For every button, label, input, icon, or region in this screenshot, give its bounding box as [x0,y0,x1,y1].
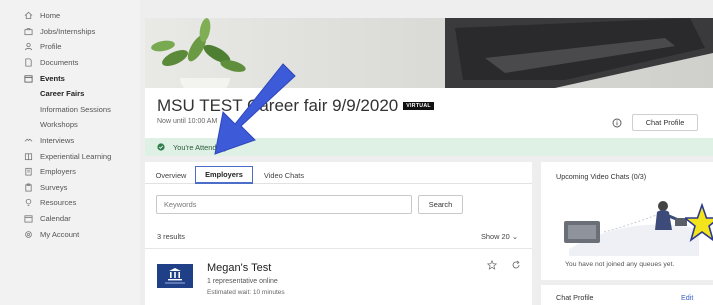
sidebar-item-profile[interactable]: Profile [0,39,140,55]
sidebar-item-label: Experiential Learning [40,151,112,161]
attending-status-bar: You're Attending [145,138,713,156]
sidebar-item-career-fairs[interactable]: Career Fairs [0,86,140,102]
lightbulb-icon [24,198,33,207]
sidebar-item-label: Surveys [40,182,68,192]
document-icon [24,58,33,67]
sidebar-item-label: Employers [40,167,76,177]
divider [145,248,532,249]
sidebar-item-label: Interviews [40,136,75,146]
refresh-icon[interactable] [511,260,521,270]
event-title-text: MSU TEST Career fair 9/9/2020 [157,96,399,115]
employers-panel: Overview Employers Video Chats Search 3 … [145,162,532,305]
sidebar-item-label: Resources [40,198,77,208]
sidebar-item-jobs[interactable]: Jobs/Internships [0,24,140,40]
sidebar-item-my-account[interactable]: My Account [0,226,140,242]
star-favorite-icon[interactable] [487,260,497,270]
sidebar-item-interviews[interactable]: Interviews [0,133,140,149]
sidebar-nav: Home Jobs/Internships Profile Documents … [0,0,140,305]
sidebar-item-label: My Account [40,229,80,239]
search-button[interactable]: Search [418,195,463,214]
handshake-icon [24,136,33,145]
chat-profile-button[interactable]: Chat Profile [632,114,698,131]
sidebar-item-information-sessions[interactable]: Information Sessions [0,102,140,118]
chat-profile-edit-link[interactable]: Edit [681,293,693,302]
keywords-search-input[interactable] [156,195,412,214]
sidebar-item-workshops[interactable]: Workshops [0,117,140,133]
sidebar-item-surveys[interactable]: Surveys [0,180,140,196]
clipboard-icon [24,183,33,192]
sidebar-item-label: Documents [40,58,79,68]
employer-name-link[interactable]: Megan's Test [207,262,271,274]
sidebar-item-resources[interactable]: Resources [0,195,140,211]
person-icon [24,42,33,51]
employer-logo [157,264,193,288]
event-title: MSU TEST Career fair 9/9/2020 VIRTUAL [157,96,434,116]
employer-estimated-wait: Estimated wait: 10 minutes [207,289,285,296]
results-count: 3 results [157,232,185,241]
learning-icon [24,152,33,161]
virtual-badge: VIRTUAL [403,102,434,110]
building-icon [24,167,33,176]
info-icon[interactable] [612,118,622,128]
sidebar-item-label: Workshops [40,120,78,130]
event-header: MSU TEST Career fair 9/9/2020 VIRTUAL No… [145,88,713,138]
attending-text: You're Attending [173,142,227,152]
sidebar-item-calendar[interactable]: Calendar [0,211,140,227]
tab-video-chats[interactable]: Video Chats [259,166,309,184]
check-circle-icon [157,143,165,151]
annotation-star-icon [685,203,713,243]
event-banner-image [145,18,713,88]
sidebar-item-label: Career Fairs [40,89,85,99]
tab-employers[interactable]: Employers [195,166,253,184]
career-fair-page: Home Jobs/Internships Profile Documents … [0,0,713,305]
event-time: Now until 10:00 AM [157,118,218,125]
video-chats-title: Upcoming Video Chats (0/3) [556,172,647,181]
sidebar-item-label: Information Sessions [40,104,111,114]
sidebar-item-experiential-learning[interactable]: Experiential Learning [0,148,140,164]
sidebar-item-employers[interactable]: Employers [0,164,140,180]
sidebar-item-home[interactable]: Home [0,8,140,24]
sidebar-item-label: Events [40,73,65,83]
sidebar-item-label: Calendar [40,214,71,224]
sidebar-item-events[interactable]: Events [0,70,140,86]
main-content: MSU TEST Career fair 9/9/2020 VIRTUAL No… [145,0,713,305]
briefcase-icon [24,27,33,36]
sidebar-item-label: Jobs/Internships [40,26,96,36]
event-tabs: Overview Employers Video Chats [145,162,532,184]
calendar-icon [24,214,33,223]
sidebar-item-documents[interactable]: Documents [0,55,140,71]
tab-overview[interactable]: Overview [153,166,189,184]
calendar-events-icon [24,74,33,83]
show-per-page-select[interactable]: Show 20 ⌄ [481,232,518,241]
video-chats-empty-message: You have not joined any queues yet. [565,261,675,268]
sidebar-item-label: Home [40,11,61,21]
employer-reps-online: 1 representative online [207,278,278,285]
gear-icon [24,230,33,239]
chat-profile-panel: Chat Profile Edit [541,285,713,305]
chat-profile-title: Chat Profile [556,293,594,302]
home-icon [24,11,33,20]
sidebar-item-label: Profile [40,42,62,52]
